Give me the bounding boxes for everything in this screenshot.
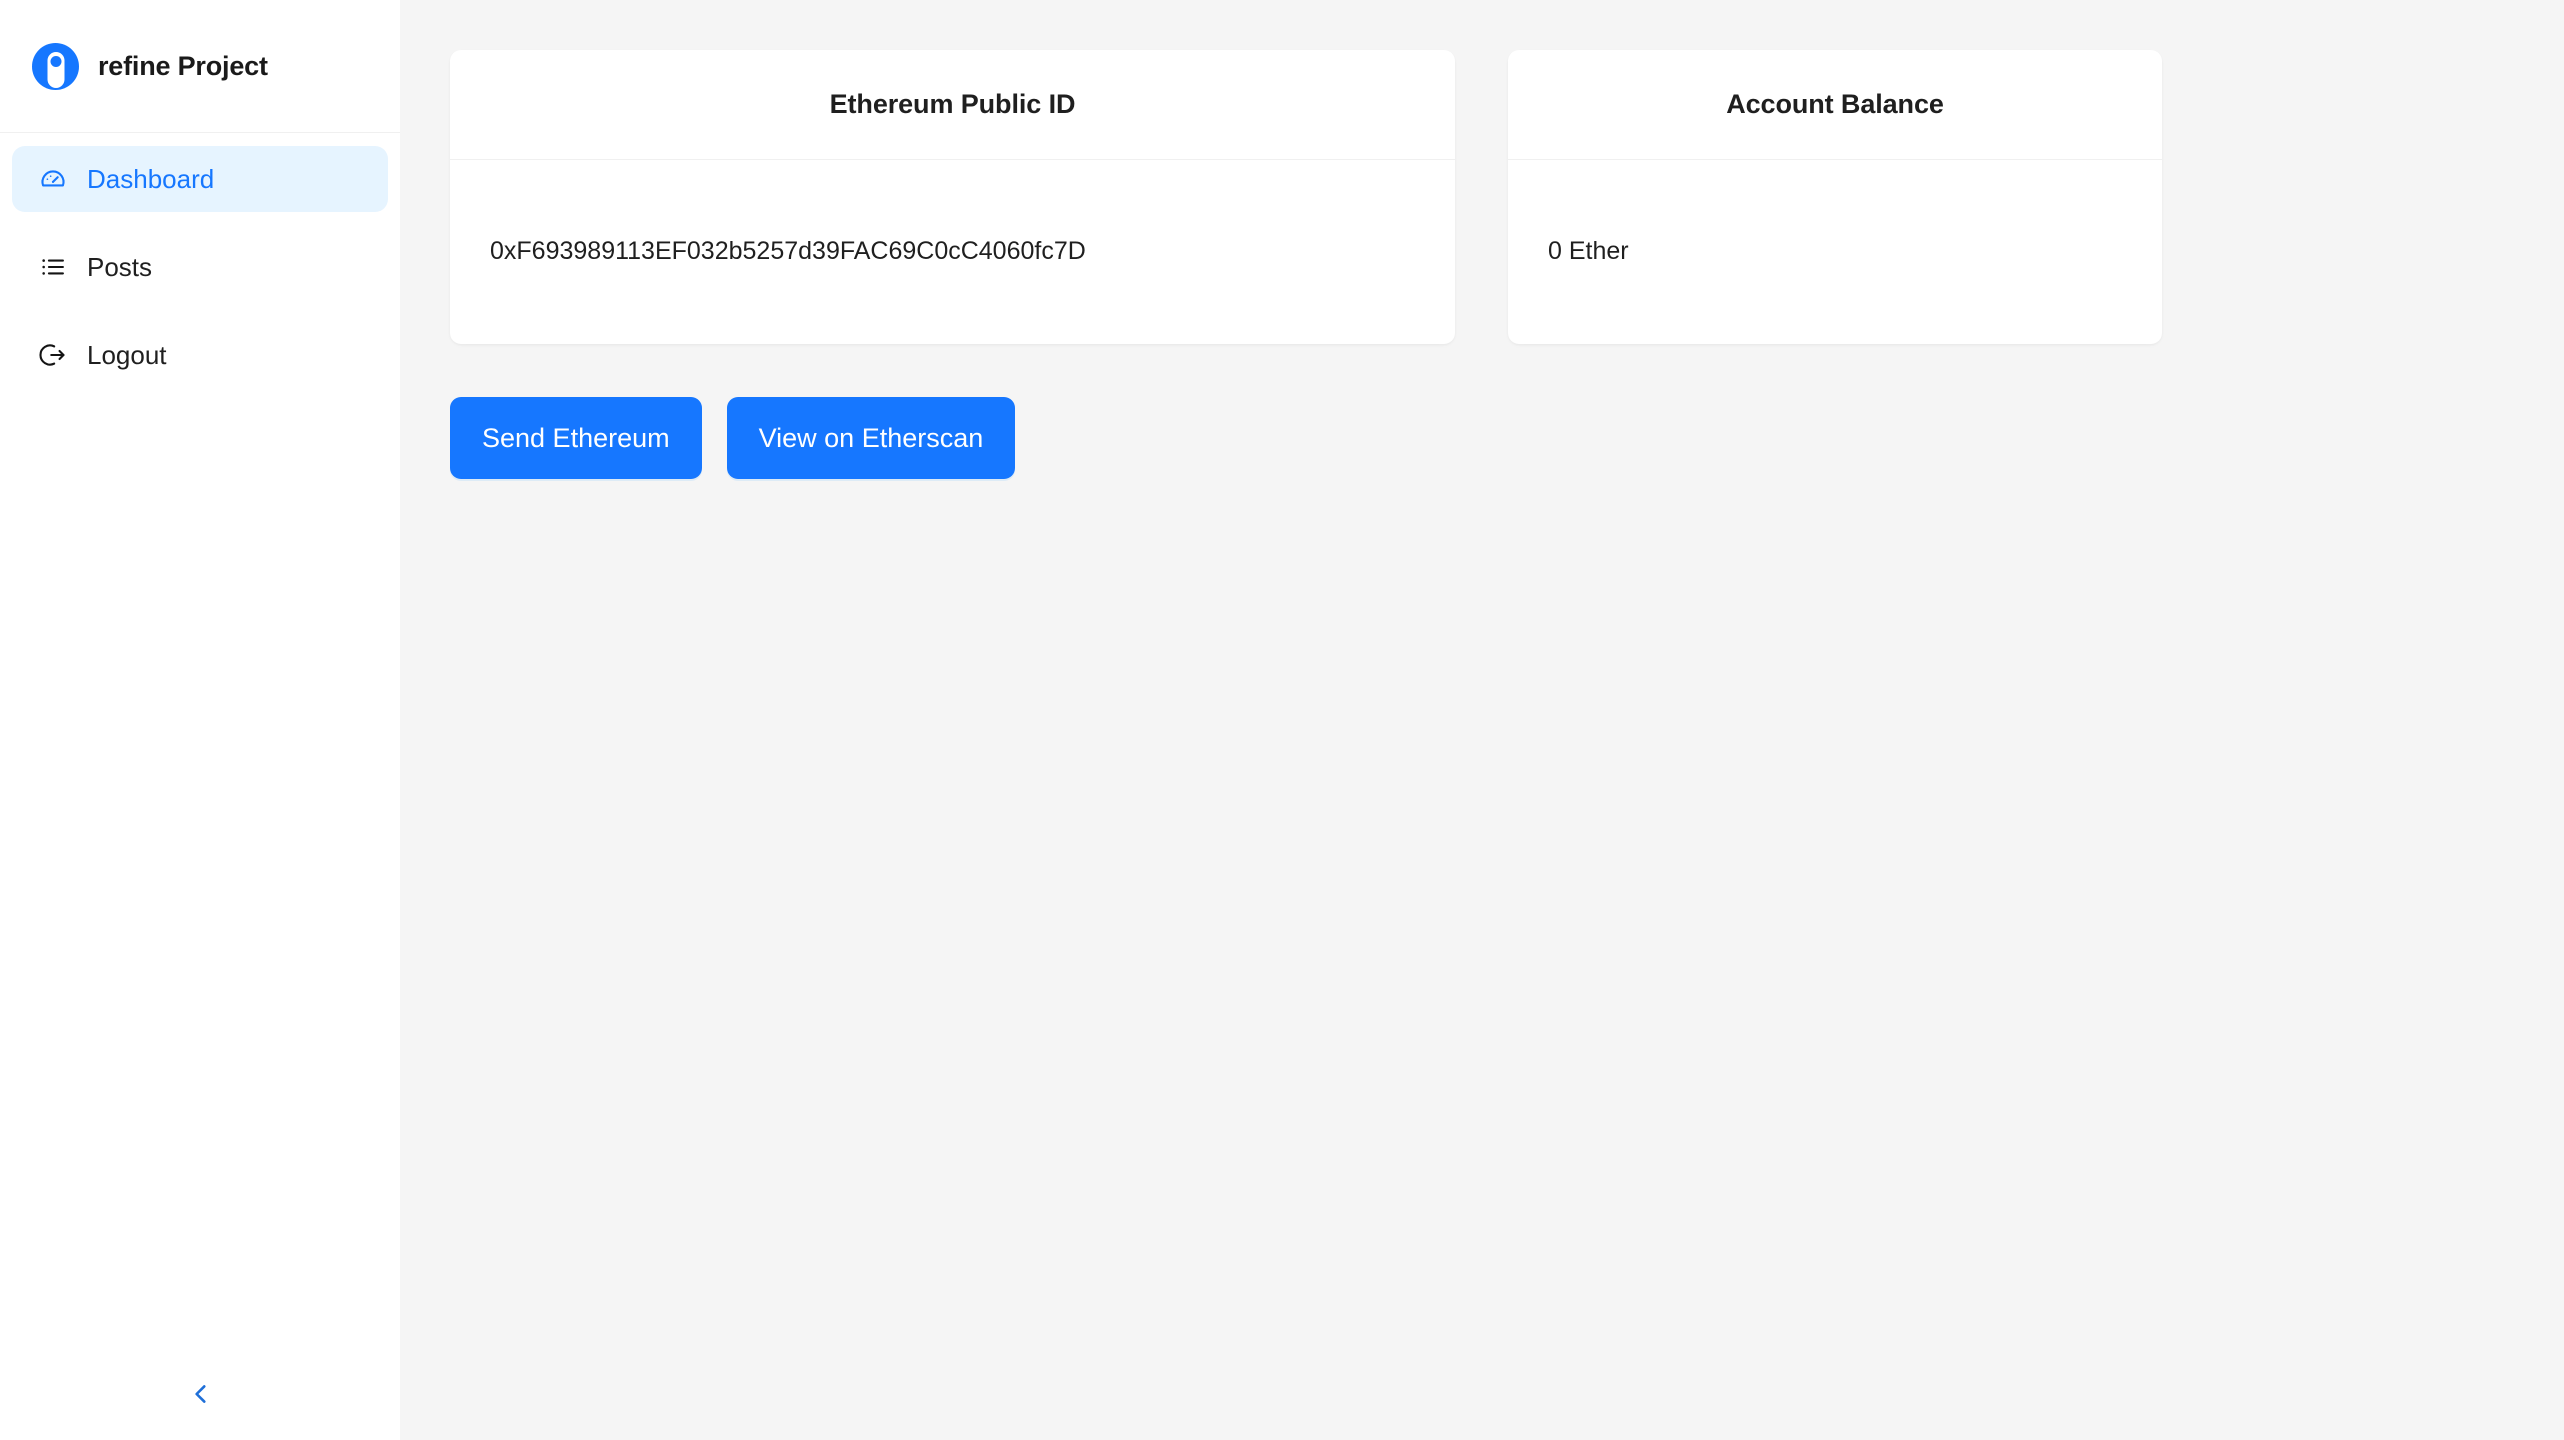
- ethereum-address-value: 0xF693989113EF032b5257d39FAC69C0cC4060fc…: [490, 233, 1086, 271]
- sidebar-brand[interactable]: refine Project: [0, 0, 400, 133]
- sidebar-item-posts[interactable]: Posts: [12, 234, 388, 300]
- sidebar-item-dashboard[interactable]: Dashboard: [12, 146, 388, 212]
- dashboard-card-row: Ethereum Public ID 0xF693989113EF032b525…: [450, 50, 2564, 344]
- sidebar-item-logout[interactable]: Logout: [12, 322, 388, 388]
- card-header: Ethereum Public ID: [450, 50, 1455, 160]
- main-content: Ethereum Public ID 0xF693989113EF032b525…: [400, 0, 2564, 1440]
- dashboard-gauge-icon: [39, 165, 67, 193]
- chevron-left-icon: [188, 1381, 214, 1412]
- card-title: Ethereum Public ID: [830, 89, 1076, 120]
- send-ethereum-button[interactable]: Send Ethereum: [450, 397, 702, 479]
- account-balance-card: Account Balance 0 Ether: [1508, 50, 2162, 344]
- logout-icon: [39, 341, 67, 369]
- list-icon: [39, 253, 67, 281]
- sidebar: refine Project Dashboard: [0, 0, 400, 1440]
- account-balance-value: 0 Ether: [1548, 233, 1629, 271]
- card-body: 0xF693989113EF032b5257d39FAC69C0cC4060fc…: [450, 160, 1455, 344]
- sidebar-item-label: Posts: [87, 254, 152, 280]
- sidebar-item-label: Dashboard: [87, 166, 214, 192]
- ethereum-public-id-card: Ethereum Public ID 0xF693989113EF032b525…: [450, 50, 1455, 344]
- logo-dot-shape: [50, 56, 61, 67]
- card-header: Account Balance: [1508, 50, 2162, 160]
- sidebar-menu: Dashboard Posts: [0, 133, 400, 410]
- refine-logo-icon: [32, 43, 79, 90]
- action-button-row: Send Ethereum View on Etherscan: [450, 397, 2564, 479]
- view-on-etherscan-button[interactable]: View on Etherscan: [727, 397, 1016, 479]
- app-root: refine Project Dashboard: [0, 0, 2564, 1440]
- card-title: Account Balance: [1726, 89, 1944, 120]
- page-title: refine Project: [98, 51, 268, 82]
- card-body: 0 Ether: [1508, 160, 2162, 344]
- sidebar-item-label: Logout: [87, 342, 167, 368]
- sidebar-collapse-button[interactable]: [0, 1352, 400, 1440]
